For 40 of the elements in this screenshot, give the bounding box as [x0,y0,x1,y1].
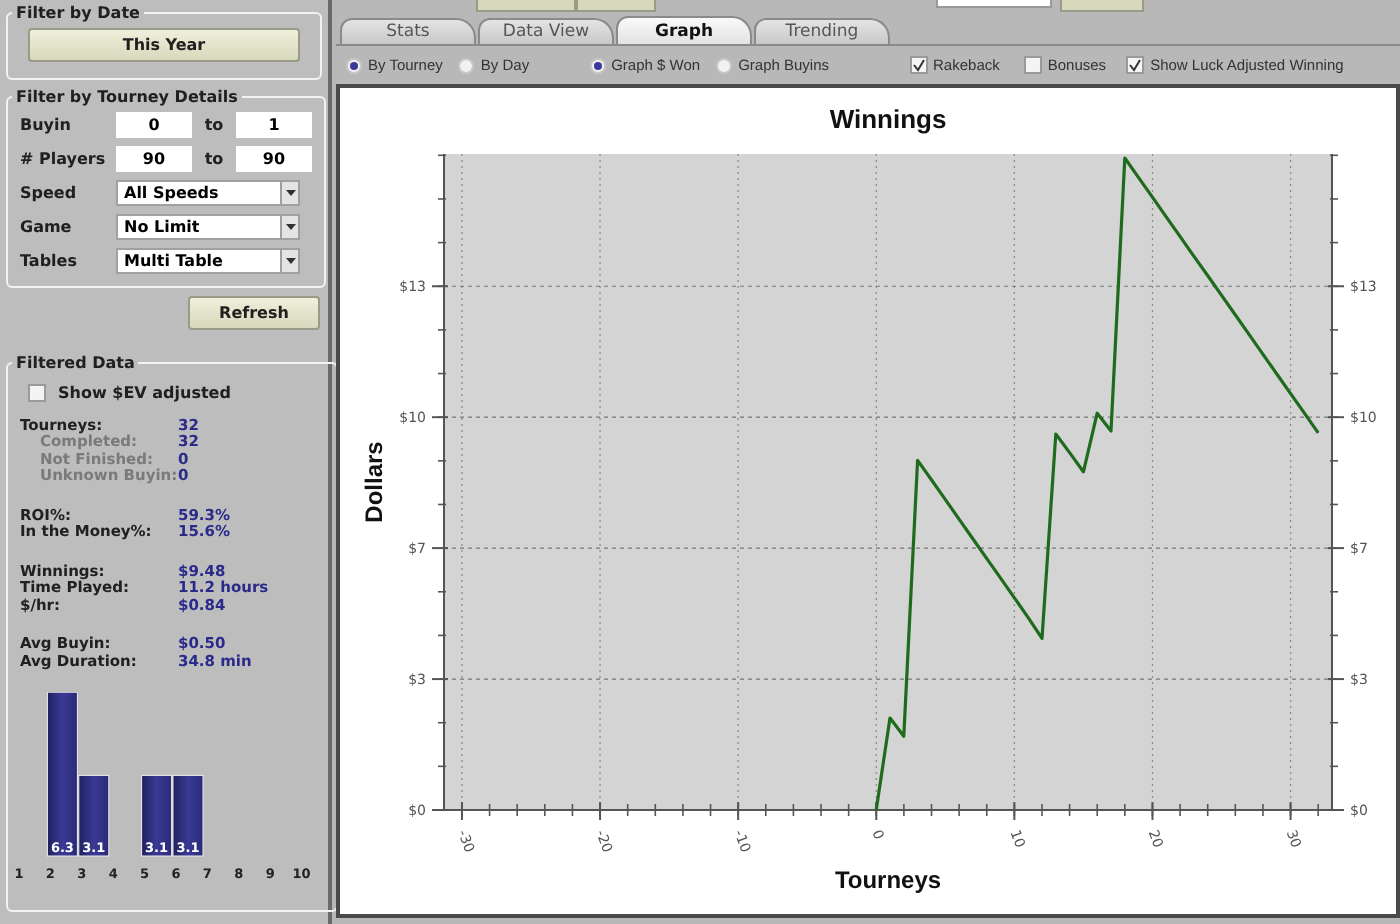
group-title: Filter by Date [14,4,142,22]
range-from-input[interactable]: 0 [116,111,192,137]
histogram-bar [141,773,173,856]
checkbox-label: Show $EV adjusted [58,384,231,402]
group-title: Filtered Data [14,354,137,372]
x-axis-title: Tourneys [834,866,942,894]
field-label: # Players [20,149,108,167]
refresh-button[interactable]: Refresh [188,296,320,330]
checkbox[interactable] [909,56,928,74]
field-label: Speed [20,183,79,201]
radio-button[interactable] [458,57,475,73]
to-label: to [202,115,226,133]
tab[interactable]: Trending [754,18,890,44]
histogram-bar [172,773,204,856]
to-label: to [202,149,226,167]
checkbox[interactable] [1126,56,1145,74]
field-label: Tables [20,251,79,269]
tab[interactable]: Data View [478,18,614,44]
dropdown-arrow-icon [285,189,295,195]
checkbox[interactable] [28,384,46,402]
group-title: Filter by Tourney Details [14,88,240,106]
radio-button[interactable] [346,57,362,73]
dropdown[interactable]: No Limit [116,213,300,239]
checkbox[interactable] [1023,56,1042,74]
dropdown-arrow-icon [285,223,295,229]
dropdown-arrow-icon [285,257,295,263]
tab[interactable]: Stats [340,18,476,44]
tab[interactable]: Graph [616,16,752,44]
range-from-input[interactable]: 90 [116,145,192,171]
y-axis-title: Dollars [360,441,388,523]
chart-title: Winnings [829,104,947,134]
dropdown[interactable]: All Speeds [116,179,300,205]
dropdown[interactable]: Multi Table [116,247,300,273]
field-label: Buyin [20,115,73,133]
radio-button[interactable] [589,57,606,73]
radio-button[interactable] [716,57,733,73]
range-to-input[interactable]: 90 [236,145,312,171]
field-label: Game [20,217,74,235]
range-to-input[interactable]: 1 [236,111,312,137]
date-range-button[interactable]: This Year [28,28,300,62]
